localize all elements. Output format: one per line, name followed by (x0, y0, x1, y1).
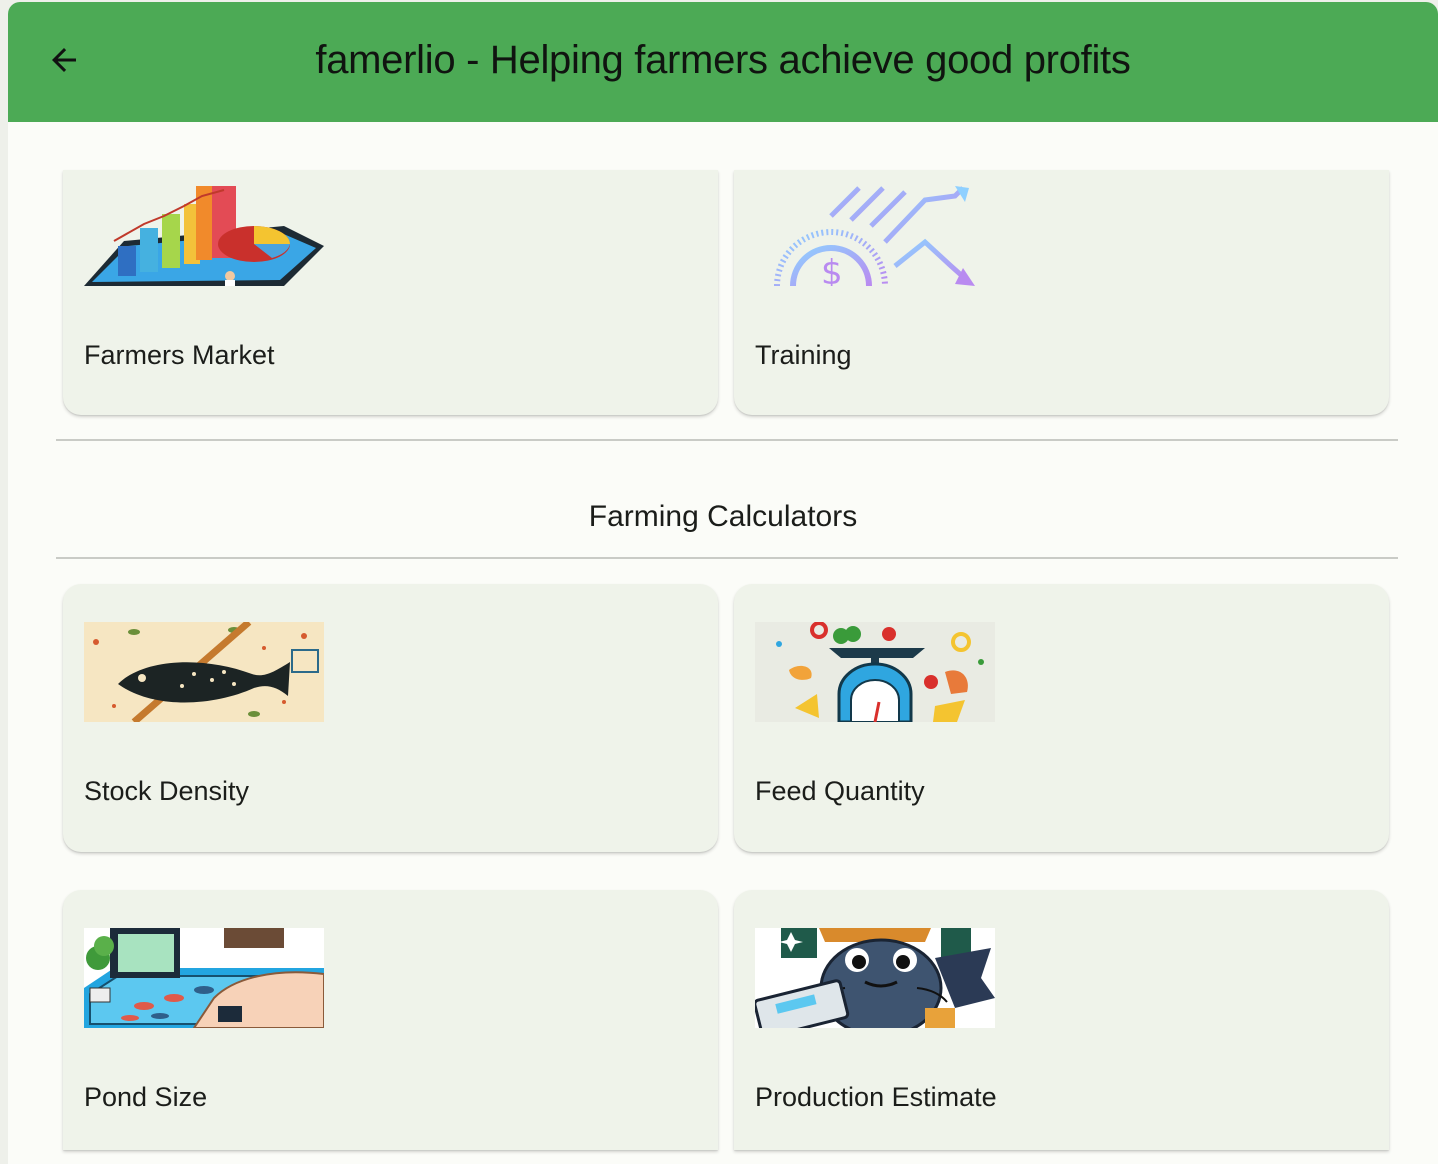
content-area[interactable]: Farmers Market $ Training Farming Calcul… (8, 122, 1438, 1164)
top-divider (56, 439, 1398, 441)
feed-quantity-label: Feed Quantity (755, 776, 925, 806)
app-bar: famerlio - Helping farmers achieve good … (8, 2, 1438, 122)
section-divider (56, 557, 1398, 559)
pond-size-card[interactable]: Pond Size (63, 890, 718, 1150)
stock-density-card[interactable]: Stock Density (63, 584, 718, 852)
pond-size-label: Pond Size (84, 1082, 208, 1112)
catfish-estimate-illustration (755, 928, 995, 1028)
section-title: Farming Calculators (588, 500, 858, 533)
farmers-market-label: Farmers Market (84, 340, 275, 370)
feed-scale-illustration (755, 622, 995, 722)
market-chart-illustration (84, 186, 324, 286)
stock-density-label: Stock Density (84, 776, 250, 806)
svg-text:$: $ (821, 253, 843, 286)
app-title: famerlio - Helping farmers achieve good … (315, 38, 1131, 82)
production-estimate-label: Production Estimate (755, 1082, 997, 1112)
production-estimate-card[interactable]: Production Estimate (734, 890, 1389, 1150)
fish-density-illustration (84, 622, 324, 722)
feed-quantity-card[interactable]: Feed Quantity (734, 584, 1389, 852)
app-window: famerlio - Helping farmers achieve good … (8, 2, 1438, 1164)
training-label: Training (755, 340, 852, 370)
farmers-market-card[interactable]: Farmers Market (63, 170, 718, 415)
pond-size-illustration (84, 928, 324, 1028)
finance-training-illustration: $ (755, 186, 995, 286)
training-card[interactable]: $ Training (734, 170, 1389, 415)
